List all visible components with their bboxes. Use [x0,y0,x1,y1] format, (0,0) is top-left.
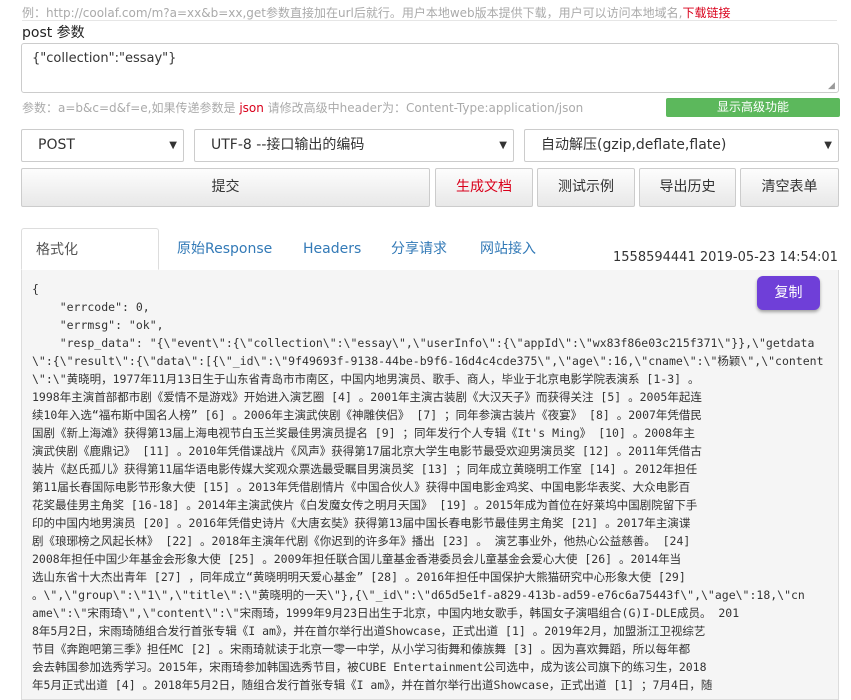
compression-select[interactable]: 自动解压(gzip,deflate,flate) ▼ [524,129,839,162]
post-params-label: post 参数 [22,25,85,41]
tab-raw-response[interactable]: 原始Response [177,228,272,269]
encoding-value: UTF-8 --接口输出的编码 [211,137,365,153]
hint-suffix: 请修改高级中header为：Content-Type:application/j… [263,101,584,115]
export-history-button[interactable]: 导出历史 [639,168,736,207]
response-timestamp: 1558594441 2019-05-23 14:54:01 [613,250,838,265]
example-text: 例：http://coolaf.com/m?a=xx&b=xx,get参数直接加… [22,6,683,20]
hint-prefix: 参数：a=b&c=d&f=e,如果传递参数是 [22,101,240,115]
method-value: POST [38,137,75,153]
copy-button[interactable]: 复制 [757,276,820,310]
submit-button[interactable]: 提交 [21,168,430,207]
chevron-down-icon: ▼ [499,140,507,151]
tab-formatted-response[interactable]: 格式化Response [21,228,159,300]
generate-doc-button[interactable]: 生成文档 [435,168,533,207]
chevron-down-icon: ▼ [169,140,177,151]
tab-headers[interactable]: Headers [303,228,361,269]
clear-form-button[interactable]: 清空表单 [740,168,839,207]
tab-site-integration[interactable]: 网站接入 [480,228,536,269]
resize-grip-icon[interactable]: ◢ [828,82,836,91]
hint-json: json [239,101,264,115]
tab-share-request[interactable]: 分享请求 [391,228,447,269]
response-panel: { "errcode": 0, "errmsg": "ok", "resp_da… [21,270,839,700]
chevron-down-icon: ▼ [824,140,832,151]
test-example-button[interactable]: 测试示例 [537,168,635,207]
show-advanced-button[interactable]: 显示高级功能 [666,98,840,117]
response-body: { "errcode": 0, "errmsg": "ok", "resp_da… [32,282,824,692]
method-select[interactable]: POST ▼ [21,129,184,162]
example-hint: 例：http://coolaf.com/m?a=xx&b=xx,get参数直接加… [22,4,731,21]
download-link[interactable]: 下载链接 [683,6,731,20]
post-params-box: {"collection":"essay"} ◢ [21,43,839,93]
post-params-input[interactable]: {"collection":"essay"} [30,49,824,91]
encoding-select[interactable]: UTF-8 --接口输出的编码 ▼ [194,129,514,162]
params-hint: 参数：a=b&c=d&f=e,如果传递参数是 json 请修改高级中header… [22,99,583,116]
compression-value: 自动解压(gzip,deflate,flate) [541,137,727,153]
